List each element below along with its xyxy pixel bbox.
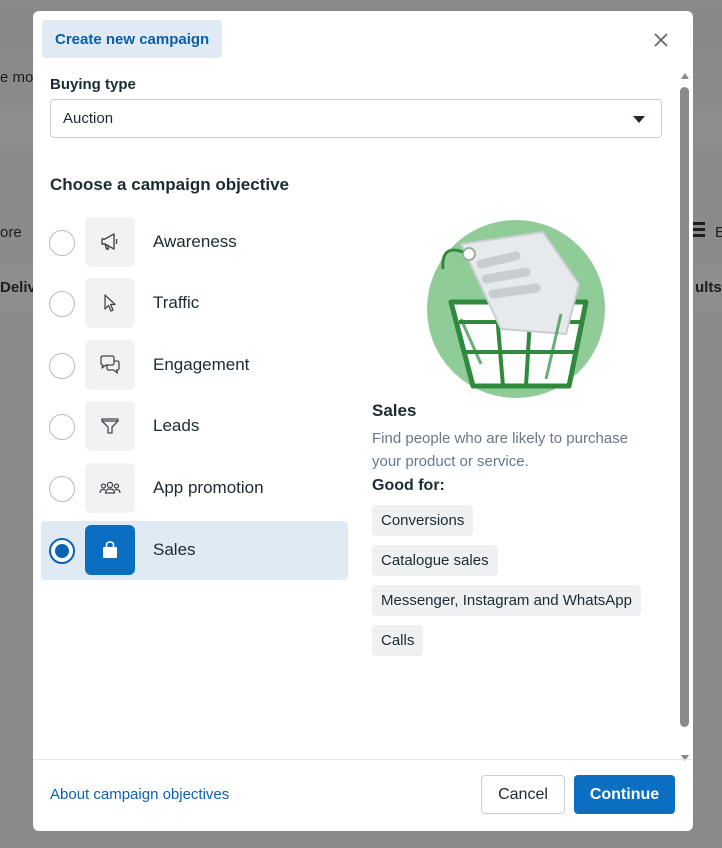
objective-engagement[interactable]: Engagement — [41, 336, 348, 395]
objective-traffic[interactable]: Traffic — [41, 274, 348, 333]
people-group-icon — [85, 463, 135, 513]
objective-label: Awareness — [153, 232, 237, 251]
objective-label: Engagement — [153, 355, 250, 374]
objective-label: Leads — [153, 416, 200, 435]
objective-radio[interactable] — [49, 414, 75, 440]
objective-label: Traffic — [153, 293, 200, 312]
objective-section-title: Choose a campaign objective — [50, 175, 290, 194]
objective-leads[interactable]: Leads — [41, 397, 348, 456]
objective-app-promotion[interactable]: App promotion — [41, 459, 348, 518]
good-for-label: Good for: — [372, 477, 445, 494]
objective-radio[interactable] — [49, 353, 75, 379]
buying-type-value: Auction — [63, 110, 114, 127]
modal-title-tab[interactable]: Create new campaign — [42, 20, 223, 58]
continue-button[interactable]: Continue — [574, 775, 675, 814]
caret-down-icon — [633, 116, 645, 123]
background-text: ore — [0, 224, 22, 241]
objective-detail-title: Sales — [372, 401, 417, 420]
background-text: E — [715, 224, 722, 241]
objective-detail-description: Find people who are likely to purchase y… — [372, 430, 628, 470]
objective-radio[interactable] — [49, 476, 75, 502]
funnel-icon — [85, 401, 135, 451]
good-for-chip: Catalogue sales — [372, 545, 498, 576]
create-campaign-modal: Create new campaign Buying type Auction … — [33, 11, 693, 831]
objective-radio[interactable] — [49, 230, 75, 256]
modal-scrollbar[interactable] — [679, 71, 691, 761]
sales-illustration-icon — [427, 220, 605, 398]
objective-awareness[interactable]: Awareness — [41, 213, 348, 272]
buying-type-select[interactable]: Auction — [50, 99, 662, 138]
close-button[interactable] — [647, 26, 675, 54]
columns-icon — [693, 222, 705, 237]
objective-radio-selected[interactable] — [49, 538, 75, 564]
close-icon — [654, 33, 668, 47]
buying-type-label: Buying type — [50, 76, 136, 93]
modal-title: Create new campaign — [55, 30, 210, 48]
scroll-up-arrow-icon[interactable] — [681, 73, 689, 79]
megaphone-icon — [85, 217, 135, 267]
objective-label: App promotion — [153, 478, 264, 497]
about-objectives-link[interactable]: About campaign objectives — [50, 786, 229, 803]
scroll-thumb[interactable] — [680, 87, 689, 727]
objective-label: Sales — [153, 540, 196, 559]
good-for-chip: Conversions — [372, 505, 474, 536]
shopping-bag-icon — [85, 525, 135, 575]
cursor-icon — [85, 278, 135, 328]
modal-footer: About campaign objectives Cancel Continu… — [33, 759, 693, 831]
background-text: ults — [695, 279, 722, 296]
cancel-button[interactable]: Cancel — [481, 775, 565, 814]
good-for-chip: Messenger, Instagram and WhatsApp — [372, 585, 641, 616]
objective-radio[interactable] — [49, 291, 75, 317]
background-text: e mo — [0, 69, 34, 86]
chat-bubbles-icon — [85, 340, 135, 390]
good-for-chip: Calls — [372, 625, 424, 656]
objective-sales[interactable]: Sales — [41, 521, 348, 580]
